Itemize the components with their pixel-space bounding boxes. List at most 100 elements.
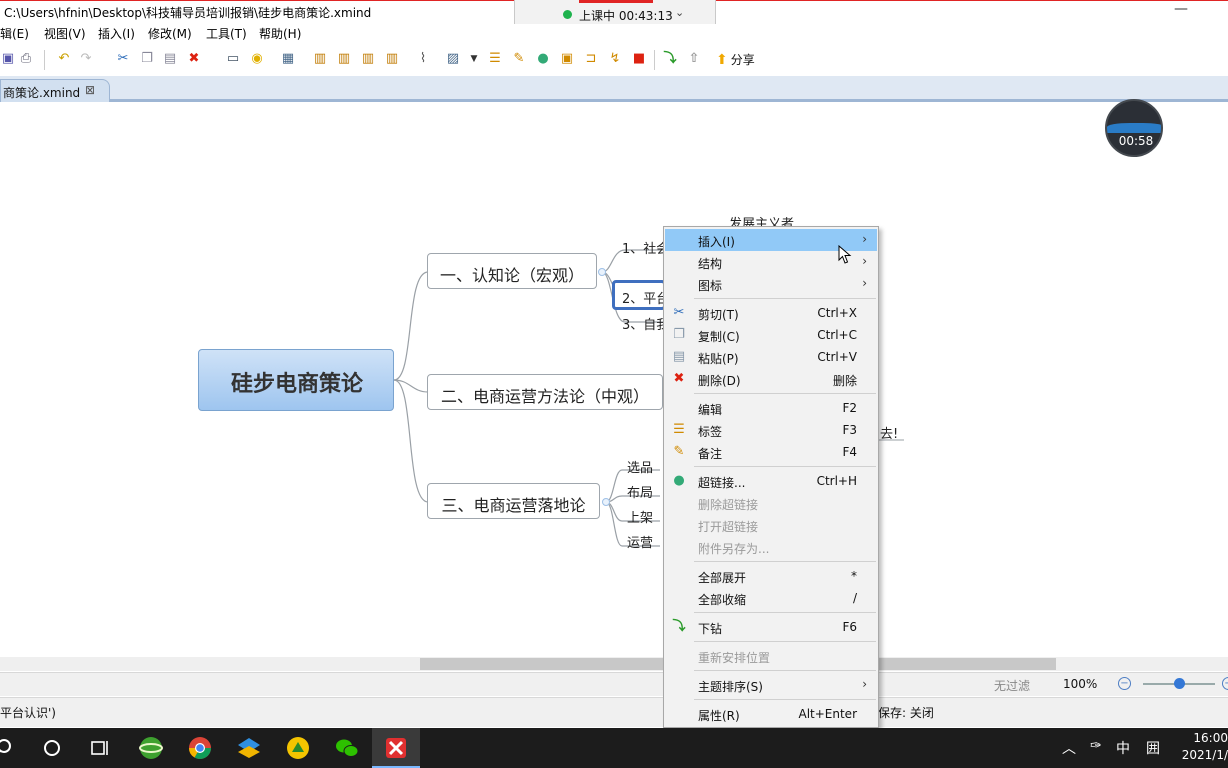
menu-item-label: 粘贴(P) (698, 352, 739, 366)
cortana-icon[interactable] (40, 736, 64, 760)
presentation-icon[interactable]: ▭ (225, 51, 241, 67)
floating-topic-icon[interactable]: ▥ (360, 51, 376, 67)
dropdown-icon[interactable]: ▼ (466, 51, 482, 67)
menu-item-properties[interactable]: 属性(R) Alt+Enter (665, 703, 877, 725)
menu-insert[interactable]: 插入(I) (98, 25, 135, 42)
chevron-down-icon[interactable]: ⌄ (675, 6, 684, 19)
ime-mode-icon[interactable]: 囲 (1146, 738, 1160, 758)
menu-help[interactable]: 帮助(H) (259, 25, 301, 42)
collapse-toggle[interactable] (598, 268, 606, 276)
topic-cognition[interactable]: 一、认知论（宏观） (427, 253, 597, 289)
collapse-toggle[interactable] (602, 498, 610, 506)
topic-methodology[interactable]: 二、电商运营方法论（中观） (427, 374, 663, 410)
menu-item-sort-topics[interactable]: 主题排序(S) › (665, 674, 877, 696)
browser-360-icon[interactable] (139, 736, 163, 760)
menu-item-collapse-all[interactable]: 全部收缩 / (665, 587, 877, 609)
paste-icon[interactable]: ▤ (162, 51, 178, 67)
recording-wave-icon (1107, 123, 1161, 133)
zoom-level[interactable]: 100% (1063, 677, 1097, 691)
context-menu: 插入(I) › 结构 › 图标 › ✂ 剪切(T) Ctrl+X ❐ 复制(C)… (663, 226, 879, 728)
subtopic-listing[interactable]: 上架 (627, 507, 653, 526)
map-icon[interactable]: ▦ (280, 51, 296, 67)
close-icon[interactable]: ⊠ (85, 83, 95, 97)
menu-view[interactable]: 视图(V) (44, 25, 86, 42)
menu-separator (694, 641, 876, 642)
topic-implementation[interactable]: 三、电商运营落地论 (427, 483, 600, 519)
menu-item-hyperlink[interactable]: ● 超链接... Ctrl+H (665, 470, 877, 492)
undo-icon[interactable]: ↶ (56, 51, 72, 67)
subtopic-selection[interactable]: 选品 (627, 457, 653, 476)
menu-edit[interactable]: 辑(E) (0, 25, 29, 42)
cut-icon[interactable]: ✂ (115, 51, 131, 67)
zoom-out-button[interactable]: − (1118, 677, 1131, 690)
summary-icon[interactable]: ⊐ (583, 51, 599, 67)
copy-icon[interactable]: ❐ (139, 51, 155, 67)
xmind-icon[interactable] (384, 736, 408, 760)
hyperlink-icon[interactable]: ● (535, 51, 551, 67)
toolbar-separator (654, 50, 655, 70)
menu-item-reposition[interactable]: 重新安排位置 (665, 645, 877, 667)
subtopic-layout[interactable]: 布局 (627, 482, 653, 501)
tab-label: 商策论.xmind (3, 86, 81, 100)
submenu-arrow-icon: › (862, 232, 867, 246)
ime-indicator[interactable]: 中 (1116, 738, 1130, 758)
menu-item-label-tag[interactable]: ☰ 标签 F3 (665, 419, 877, 441)
lightbulb-icon[interactable]: ◉ (249, 51, 265, 67)
share-button[interactable]: ⬆ 分享 (716, 51, 755, 68)
menu-modify[interactable]: 修改(M) (148, 25, 192, 42)
menu-item-paste[interactable]: ▤ 粘贴(P) Ctrl+V (665, 346, 877, 368)
pen-icon[interactable]: ✑ (1090, 738, 1102, 754)
autosave-status[interactable]: 保存: 关闭 (878, 704, 934, 721)
mouse-cursor-icon (838, 245, 852, 264)
label-icon[interactable]: ☰ (487, 51, 503, 67)
menu-item-drill-down[interactable]: ⤵ 下钻 F6 (665, 616, 877, 638)
speed-app-icon[interactable] (286, 736, 310, 760)
image-icon[interactable]: ▨ (445, 51, 461, 67)
tab-document[interactable]: 商策论.xmind ⊠ (0, 79, 110, 102)
subtopic-operation[interactable]: 运营 (627, 532, 653, 551)
drill-down-icon[interactable]: ⤵ (662, 51, 678, 67)
menu-item-save-attachment[interactable]: 附件另存为... (665, 536, 877, 558)
tray-expand-icon[interactable]: ︿ (1062, 738, 1076, 758)
clock[interactable]: 16:00 2021/1/ (1180, 730, 1228, 764)
menu-item-remove-hyperlink[interactable]: 删除超链接 (665, 492, 877, 514)
redo-icon[interactable]: ↷ (78, 51, 94, 67)
menu-item-notes[interactable]: ✎ 备注 F4 (665, 441, 877, 463)
relationship-icon[interactable]: ▥ (384, 51, 400, 67)
recording-timer[interactable]: 00:58 (1105, 99, 1163, 157)
scissors-icon: ✂ (673, 305, 685, 320)
print-icon[interactable]: ⎙ (18, 51, 34, 67)
search-icon[interactable] (0, 736, 24, 760)
menu-item-icons[interactable]: 图标 › (665, 273, 877, 295)
menu-item-open-hyperlink[interactable]: 打开超链接 (665, 514, 877, 536)
classroom-app-icon[interactable] (237, 736, 261, 760)
menu-item-cut[interactable]: ✂ 剪切(T) Ctrl+X (665, 302, 877, 324)
zoom-slider-handle[interactable] (1174, 678, 1185, 689)
subtopic-icon[interactable]: ▥ (336, 51, 352, 67)
stop-icon[interactable]: ■ (631, 51, 647, 67)
menu-item-expand-all[interactable]: 全部展开 * (665, 565, 877, 587)
boundary-icon[interactable]: ▣ (559, 51, 575, 67)
filter-status[interactable]: 无过滤 (994, 677, 1030, 694)
menu-item-edit[interactable]: 编辑 F2 (665, 397, 877, 419)
menu-item-delete[interactable]: ✖ 删除(D) 删除 (665, 368, 877, 390)
attachment-icon[interactable]: ⌇ (415, 51, 431, 67)
drill-up-icon[interactable]: ⇧ (686, 51, 702, 67)
wechat-icon[interactable] (335, 736, 359, 760)
floating-topic-text[interactable]: 去! (880, 423, 898, 442)
save-icon[interactable]: ▣ (0, 51, 16, 67)
menu-item-copy[interactable]: ❐ 复制(C) Ctrl+C (665, 324, 877, 346)
class-timer-handle[interactable] (579, 0, 653, 3)
central-topic[interactable]: 硅步电商策论 (198, 349, 394, 411)
menu-tools[interactable]: 工具(T) (206, 25, 247, 42)
relation-icon[interactable]: ↯ (607, 51, 623, 67)
zoom-in-button[interactable]: + (1222, 677, 1228, 690)
horizontal-scrollbar[interactable] (0, 657, 1228, 671)
menu-item-label: 图标 (698, 279, 723, 293)
note-icon[interactable]: ✎ (511, 51, 527, 67)
topic-icon[interactable]: ▥ (312, 51, 328, 67)
chrome-icon[interactable] (188, 736, 212, 760)
task-view-icon[interactable] (88, 736, 112, 760)
minimize-button[interactable]: — (1174, 1, 1188, 21)
delete-icon[interactable]: ✖ (186, 51, 202, 67)
